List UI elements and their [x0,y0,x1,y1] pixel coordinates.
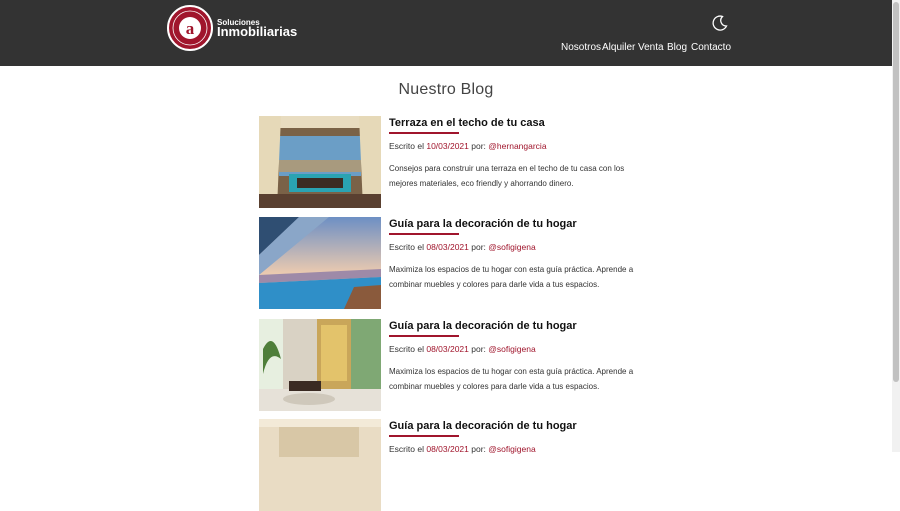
page-scrollbar[interactable] [892,0,900,452]
nav-alquiler[interactable]: Alquiler [602,42,635,53]
post-meta: Escrito el 08/03/2021 por: @sofigigena [389,242,536,252]
post-title[interactable]: Guía para la decoración de tu hogar [389,320,577,332]
post-title[interactable]: Guía para la decoración de tu hogar [389,420,577,432]
title-underline [389,335,459,337]
by-prefix: por: [471,444,486,454]
nav-contacto[interactable]: Contacto [691,42,731,53]
post-thumbnail-infinity-pool[interactable] [259,217,381,309]
post-date[interactable]: 10/03/2021 [426,141,469,151]
title-underline [389,233,459,235]
post-date[interactable]: 08/03/2021 [426,242,469,252]
scrollbar-thumb[interactable] [893,2,899,382]
post-author[interactable]: @hernangarcia [488,141,546,151]
post-title[interactable]: Guía para la decoración de tu hogar [389,218,577,230]
post-thumbnail-rooftop-terrace[interactable] [259,116,381,208]
blog-post: Guía para la decoración de tu hogar Escr… [259,319,639,411]
post-title[interactable]: Terraza en el techo de tu casa [389,117,545,129]
page-title: Nuestro Blog [398,81,494,98]
by-prefix: por: [471,141,486,151]
main-nav: Nosotros Alquiler Venta Blog Contacto [0,42,892,56]
site-header: a Soluciones Inmobiliarias Nosotros Alqu… [0,0,892,66]
post-author[interactable]: @sofigigena [488,344,535,354]
written-prefix: Escrito el [389,344,424,354]
post-excerpt: Maximiza los espacios de tu hogar con es… [389,367,634,391]
blog-post: Guía para la decoración de tu hogar Escr… [259,217,639,309]
post-date[interactable]: 08/03/2021 [426,444,469,454]
blog-post: Guía para la decoración de tu hogar Escr… [259,419,639,511]
post-meta: Escrito el 10/03/2021 por: @hernangarcia [389,141,547,151]
nav-nosotros[interactable]: Nosotros [561,42,601,53]
post-thumbnail-living-room[interactable] [259,319,381,411]
written-prefix: Escrito el [389,242,424,252]
svg-text:a: a [186,19,195,38]
post-thumbnail-interior[interactable] [259,419,381,511]
post-meta: Escrito el 08/03/2021 por: @sofigigena [389,444,536,454]
post-author[interactable]: @sofigigena [488,444,535,454]
nav-blog[interactable]: Blog [667,42,687,53]
blog-post: Terraza en el techo de tu casa Escrito e… [259,116,639,208]
post-meta: Escrito el 08/03/2021 por: @sofigigena [389,344,536,354]
post-author[interactable]: @sofigigena [488,242,535,252]
nav-venta[interactable]: Venta [638,42,664,53]
by-prefix: por: [471,344,486,354]
by-prefix: por: [471,242,486,252]
post-excerpt: Consejos para construir una terraza en e… [389,164,625,188]
moon-icon[interactable] [712,15,728,31]
written-prefix: Escrito el [389,141,424,151]
written-prefix: Escrito el [389,444,424,454]
brand-name[interactable]: Inmobiliarias [217,24,297,39]
title-underline [389,435,459,437]
post-date[interactable]: 08/03/2021 [426,344,469,354]
post-excerpt: Maximiza los espacios de tu hogar con es… [389,265,634,289]
title-underline [389,132,459,134]
